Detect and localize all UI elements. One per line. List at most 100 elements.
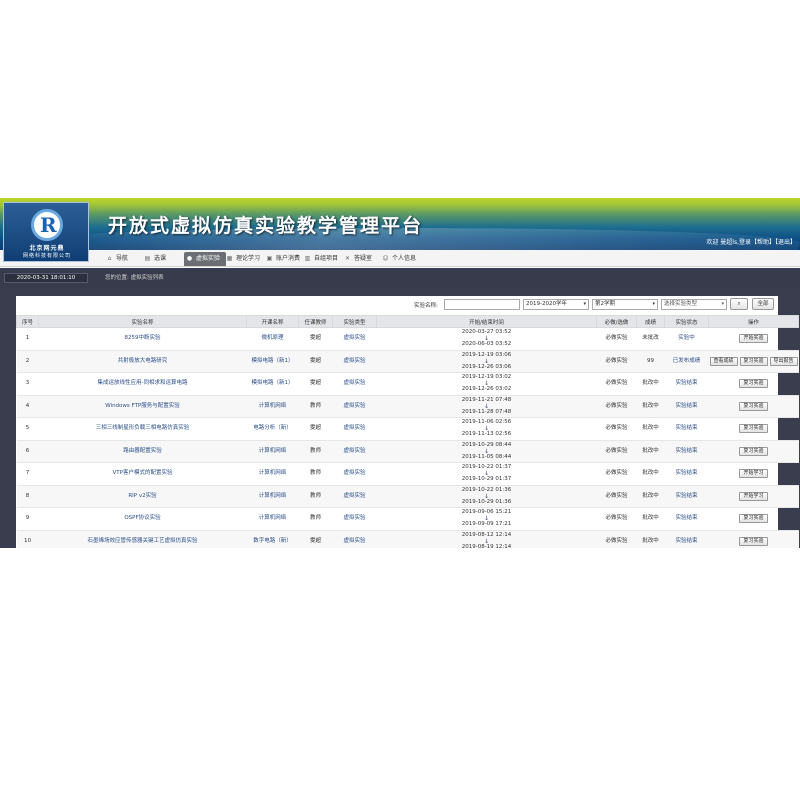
experiment-type: 虚拟实验: [332, 417, 377, 441]
score: 批改中: [636, 462, 665, 486]
row-action-button[interactable]: 复习实验: [739, 401, 768, 411]
row-actions: 复习实验: [708, 372, 799, 396]
experiment-status: 实验结束: [664, 530, 709, 548]
experiment-type: 虚拟实验: [332, 327, 377, 351]
row-action-button[interactable]: 复习实验: [739, 446, 768, 456]
row-action-button[interactable]: 复习实验: [739, 379, 768, 389]
time-range: 2019-10-22 01:36 ↓ 2019-10-29 01:36: [376, 485, 597, 508]
nav-item-qa[interactable]: ✕ 答疑室: [342, 252, 372, 266]
table-header-row: 序号 实验名称 开课名称 任课教师 实验类型 开始/结束时间 必做/选做 成绩 …: [16, 315, 799, 328]
info-bar: 2020-03-31 18:01:10 您的位置: 虚拟实验列表: [0, 268, 800, 288]
experiment-name-link[interactable]: 共射极放大电路研究: [38, 350, 247, 373]
search-input[interactable]: [444, 299, 520, 310]
row-action-button[interactable]: 开始学习: [739, 469, 768, 479]
term-select[interactable]: 第2学期 ▾: [592, 299, 658, 310]
col-header-time: 开始/结束时间: [376, 315, 597, 328]
course-name: 模拟电路（新1）: [246, 372, 299, 396]
grid-icon: ▦: [226, 255, 233, 262]
experiment-type: 虚拟实验: [332, 485, 377, 508]
row-action-button[interactable]: 复习实验: [739, 536, 768, 546]
nav-item-theory[interactable]: ▦ 理论学习: [224, 252, 260, 266]
nav-item-profile[interactable]: ☺ 个人信息: [380, 252, 416, 266]
logo-text-line2: 网络科技有限公司: [22, 253, 71, 259]
row-number: 9: [16, 507, 39, 531]
experiment-name-link[interactable]: RIP v2实验: [38, 485, 247, 508]
course-name: 计算机网络: [246, 462, 299, 486]
experiment-status: 实验结束: [664, 440, 709, 463]
experiment-type-select[interactable]: 选择实验类型 ▾: [661, 299, 727, 310]
nav-item-guide[interactable]: ⌂ 导航: [104, 252, 128, 266]
nav-item-course-selection[interactable]: ▤ 选课: [142, 252, 166, 266]
tools-icon: ✕: [344, 255, 351, 262]
row-actions: 复习实验: [708, 507, 799, 531]
required-flag: 必做实验: [596, 440, 637, 463]
experiment-name-link[interactable]: 路由器配置实验: [38, 440, 247, 463]
end-time: 2019-11-13 02:56: [461, 431, 512, 438]
table-row: 6 路由器配置实验 计算机网络 教师 虚拟实验 2019-10-29 08:44 ↓ 2019…: [16, 440, 799, 463]
row-action-button[interactable]: 开始实验: [739, 334, 768, 344]
end-time: 2019-10-29 01:36: [461, 498, 512, 505]
show-all-button[interactable]: 全部: [752, 298, 774, 310]
col-header-score: 成绩: [636, 315, 665, 328]
course-name: 计算机网络: [246, 507, 299, 531]
row-action-button[interactable]: 复习实验: [739, 356, 768, 366]
row-actions: 开始实验: [708, 327, 799, 351]
col-header-type: 实验类型: [332, 315, 377, 328]
row-action-button[interactable]: 查看成绩: [709, 356, 738, 366]
experiment-status: 实验中: [664, 327, 709, 351]
end-time: 2019-08-19 12:14: [461, 543, 512, 548]
table-row: 9 OSPF协议实验 计算机网络 教师 虚拟实验 2019-09-06 15:21 ↓ 201…: [16, 507, 799, 531]
row-number: 7: [16, 462, 39, 486]
row-number: 6: [16, 440, 39, 463]
required-flag: 必做实验: [596, 327, 637, 351]
experiment-status: 实验结束: [664, 462, 709, 486]
experiment-name-link[interactable]: 石墨烯场效应管传感器关键工艺虚拟仿真实验: [38, 530, 247, 548]
table-row: 4 Windows FTP服务与配置实验 计算机网络 教师 虚拟实验 2019-11-21…: [16, 395, 799, 418]
experiment-status: 实验结束: [664, 372, 709, 396]
col-header-required: 必做/选做: [596, 315, 637, 328]
search-button[interactable]: ⌕: [730, 298, 748, 310]
header-banner: 开放式虚拟仿真实验教学管理平台 欢迎 曼超ls,登录【帮助】【退出】: [0, 198, 800, 250]
nav-item-virtual-lab[interactable]: ● 虚拟实验: [184, 252, 227, 266]
experiment-name-link[interactable]: 8259中断实验: [38, 327, 247, 351]
teacher-name: 教师: [298, 485, 333, 508]
score: 批改中: [636, 440, 665, 463]
time-range: 2019-12-19 03:06 ↓ 2019-12-26 03:06: [376, 350, 597, 373]
experiment-name-link[interactable]: Windows FTP服务与配置实验: [38, 395, 247, 418]
col-header-course: 开课名称: [246, 315, 299, 328]
experiment-name-link[interactable]: VTP客户模式的配置实验: [38, 462, 247, 486]
required-flag: 必做实验: [596, 462, 637, 486]
experiment-name-link[interactable]: 集成运放线性应用-同相求和运算电路: [38, 372, 247, 396]
end-time: 2019-10-29 01:37: [461, 476, 512, 483]
course-name: 电路分析（新）: [246, 417, 299, 441]
table-row: 7 VTP客户模式的配置实验 计算机网络 教师 虚拟实验 2019-10-22 01:37…: [16, 462, 799, 486]
col-header-teacher: 任课教师: [298, 315, 333, 328]
row-action-button[interactable]: 复习实验: [739, 514, 768, 524]
row-number: 4: [16, 395, 39, 418]
experiment-name-link[interactable]: OSPF协议实验: [38, 507, 247, 531]
row-action-button[interactable]: 导出报告: [769, 356, 798, 366]
row-action-button[interactable]: 复习实验: [739, 424, 768, 434]
row-number: 8: [16, 485, 39, 508]
course-name: 数字电路（新）: [246, 530, 299, 548]
welcome-links[interactable]: 欢迎 曼超ls,登录【帮助】【退出】: [706, 237, 796, 246]
app-window: 开放式虚拟仿真实验教学管理平台 欢迎 曼超ls,登录【帮助】【退出】 R 北京网…: [0, 198, 800, 548]
main-nav: ⌂ 导航 ▤ 选课 ● 虚拟实验 ▦ 理论学习 ▣ 账户消费 ▥ 自组项目 ✕ 答疑室 ☺ 个人…: [0, 250, 800, 267]
year-select[interactable]: 2019-2020学年 ▾: [523, 299, 589, 310]
row-action-button[interactable]: 开始学习: [739, 491, 768, 501]
course-name: 计算机网络: [246, 395, 299, 418]
row-number: 5: [16, 417, 39, 441]
time-range: 2020-03-27 03:52 ↓ 2020-06-03 03:52: [376, 327, 597, 351]
experiment-status: 实验结束: [664, 507, 709, 531]
time-range: 2019-08-12 12:14 ↓ 2019-08-19 12:14: [376, 530, 597, 548]
row-actions: 复习实验: [708, 417, 799, 441]
experiment-name-link[interactable]: 三相三线制星形负载三相电路仿真实验: [38, 417, 247, 441]
nav-item-projects[interactable]: ▥ 自组项目: [302, 252, 338, 266]
nav-item-account[interactable]: ▣ 账户消费: [264, 252, 300, 266]
user-icon: ☺: [382, 255, 389, 262]
time-range: 2019-10-29 08:44 ↓ 2019-11-05 08:44: [376, 440, 597, 463]
experiment-type: 虚拟实验: [332, 462, 377, 486]
teacher-name: 教师: [298, 395, 333, 418]
chevron-down-icon: ▾: [721, 301, 724, 307]
required-flag: 必做实验: [596, 395, 637, 418]
